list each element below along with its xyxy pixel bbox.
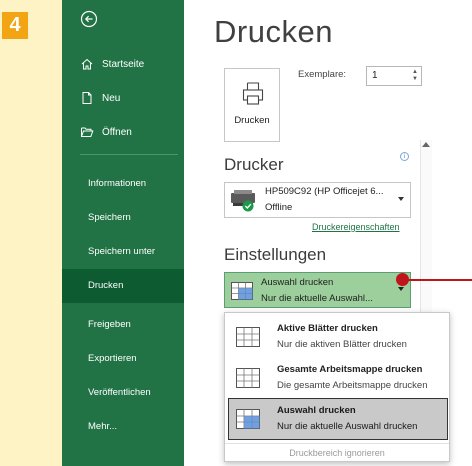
nav-item-share[interactable]: Freigeben: [62, 308, 184, 342]
option-entire-workbook[interactable]: Gesamte Arbeitsmappe drucken Die gesamte…: [225, 358, 449, 398]
spinner-arrows-icon[interactable]: ▲ ▼: [412, 69, 418, 83]
page-title: Drucken: [214, 14, 333, 49]
printer-status: Offline: [265, 202, 293, 213]
option-title: Gesamte Arbeitsmappe drucken: [277, 364, 423, 375]
folder-open-icon: [81, 127, 94, 137]
callout-marker: [396, 273, 409, 286]
back-arrow-icon[interactable]: [80, 10, 98, 28]
nav-item-save[interactable]: Speichern: [62, 201, 184, 235]
nav-item-open-label: Öffnen: [102, 126, 132, 138]
option-title: Aktive Blätter drucken: [277, 323, 378, 334]
printer-icon: [242, 82, 264, 105]
nav-item-info[interactable]: Informationen: [62, 167, 184, 201]
print-selection-icon: [236, 409, 260, 429]
excel-backstage-window: Startseite Neu Öffnen Informationen Spei…: [62, 0, 472, 466]
entire-workbook-icon: [236, 368, 260, 388]
nav-item-home-label: Startseite: [102, 58, 145, 70]
backstage-sidebar: Startseite Neu Öffnen Informationen Spei…: [62, 0, 184, 466]
callout-line: [406, 279, 472, 281]
nav-item-publish[interactable]: Veröffentlichen: [62, 376, 184, 410]
print-button-label: Drucken: [234, 115, 270, 126]
home-icon: [81, 58, 93, 70]
step-number-badge: 4: [2, 12, 28, 39]
new-document-icon: [82, 92, 92, 104]
dropdown-divider: [225, 443, 449, 444]
printer-name: HP509C92 (HP Officejet 6...: [265, 186, 384, 197]
nav-item-save-as[interactable]: Speichern unter: [62, 235, 184, 269]
option-description: Nur die aktiven Blätter drucken: [277, 339, 407, 350]
printer-section-title: Drucker: [224, 155, 284, 174]
print-scope-description: Nur die aktuelle Auswahl...: [261, 293, 373, 304]
info-icon[interactable]: i: [400, 152, 409, 161]
nav-item-open[interactable]: Öffnen: [62, 117, 184, 147]
copies-value: 1: [372, 70, 378, 81]
chevron-down-icon: [398, 287, 404, 291]
option-description: Nur die aktuelle Auswahl drucken: [277, 421, 418, 432]
printer-device-icon: [231, 190, 255, 212]
option-title: Auswahl drucken: [277, 405, 356, 416]
active-sheets-icon: [236, 327, 260, 347]
nav-item-new[interactable]: Neu: [62, 83, 184, 113]
sidebar-divider: [80, 154, 178, 155]
nav-item-export[interactable]: Exportieren: [62, 342, 184, 376]
settings-scrollbar[interactable]: [420, 140, 432, 320]
nav-item-print[interactable]: Drucken: [62, 269, 184, 303]
nav-item-more[interactable]: Mehr...: [62, 410, 184, 444]
nav-item-new-label: Neu: [102, 92, 121, 104]
print-button[interactable]: Drucken: [224, 68, 280, 142]
nav-item-home[interactable]: Startseite: [62, 49, 184, 79]
chevron-down-icon: [398, 197, 404, 201]
copies-label: Exemplare:: [298, 69, 347, 80]
printer-select[interactable]: HP509C92 (HP Officejet 6... Offline: [224, 182, 411, 218]
option-print-selection[interactable]: Auswahl drucken Nur die aktuelle Auswahl…: [228, 398, 448, 440]
settings-section-title: Einstellungen: [224, 245, 327, 264]
printer-properties-link[interactable]: Druckereigenschaften: [312, 222, 400, 232]
option-description: Die gesamte Arbeitsmappe drucken: [277, 380, 428, 391]
print-scope-dropdown: Aktive Blätter drucken Nur die aktiven B…: [224, 312, 450, 462]
print-scope-select[interactable]: Auswahl drucken Nur die aktuelle Auswahl…: [224, 272, 411, 308]
print-selection-icon: [231, 282, 253, 300]
scroll-up-arrow-icon[interactable]: [422, 142, 430, 147]
copies-spinner[interactable]: 1 ▲ ▼: [366, 66, 422, 86]
option-active-sheets[interactable]: Aktive Blätter drucken Nur die aktiven B…: [225, 317, 449, 357]
print-scope-title: Auswahl drucken: [261, 277, 334, 288]
ignore-print-area-option[interactable]: Druckbereich ignorieren: [225, 448, 449, 458]
